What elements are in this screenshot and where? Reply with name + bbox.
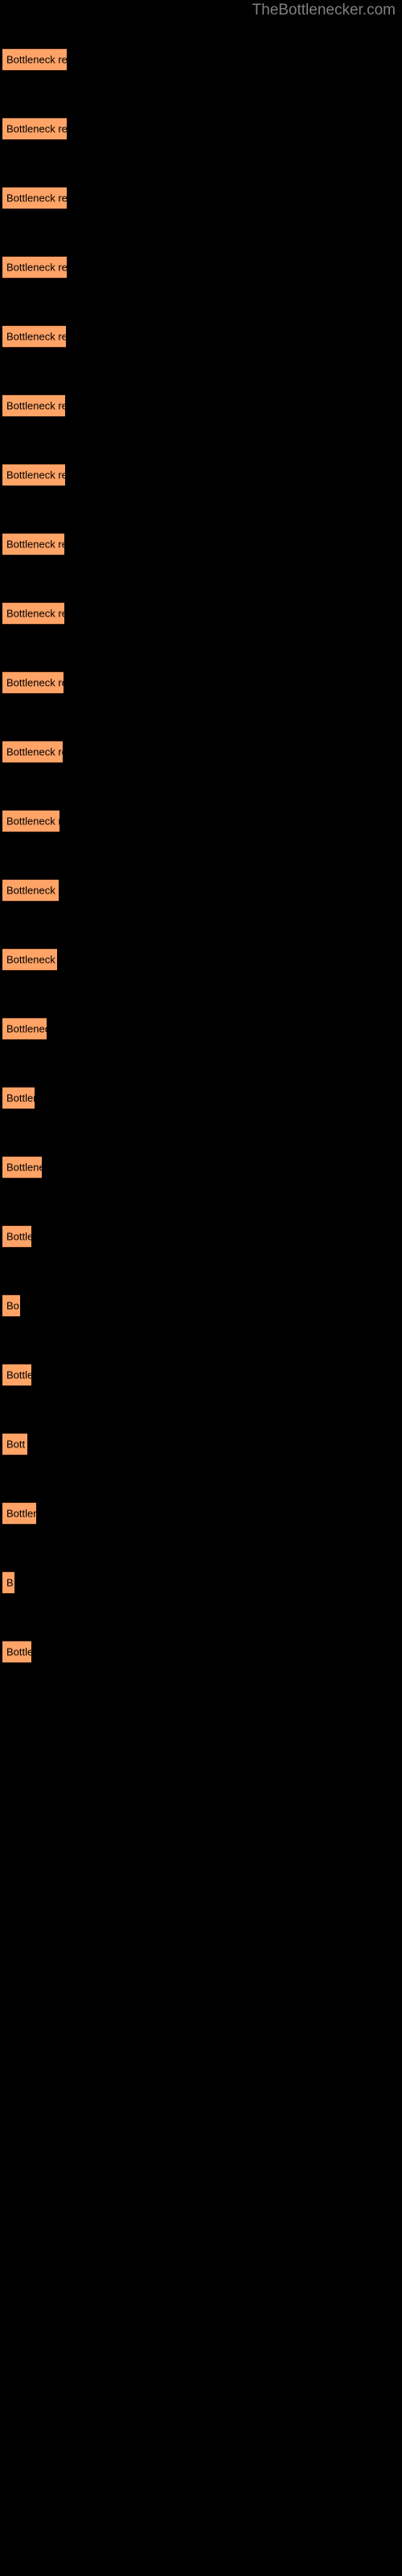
bar: Bottleneck result bbox=[2, 256, 67, 279]
bar-label: Bottleneck result bbox=[6, 122, 67, 135]
bar: Bo bbox=[2, 1294, 20, 1317]
bar: Bottleneck result bbox=[2, 325, 66, 348]
bar: Bottleneck resul bbox=[2, 948, 57, 971]
bar: Bottleneck result bbox=[2, 118, 67, 140]
bar: Bottle bbox=[2, 1364, 31, 1386]
bar-label: Bottleneck result bbox=[6, 261, 67, 274]
bar: Bottlene bbox=[2, 1087, 35, 1109]
bar-label: Bottleneck result bbox=[6, 607, 64, 620]
bar-label: Bottleneck result bbox=[6, 330, 66, 343]
bar-label: Bottleneck resul bbox=[6, 815, 59, 828]
bar-label: Bottle bbox=[6, 1645, 31, 1658]
bar-label: B bbox=[6, 1576, 14, 1589]
bar-label: Bottleneck result bbox=[6, 538, 64, 551]
bar-label: Bottleneck result bbox=[6, 884, 59, 897]
bar-label: Bottlene bbox=[6, 1507, 36, 1520]
bar-label: Bottleneck result bbox=[6, 192, 67, 204]
bar: Bottleneck resul bbox=[2, 810, 59, 832]
bar: Bottleneck result bbox=[2, 533, 64, 555]
bar: Bottle bbox=[2, 1641, 31, 1663]
bar: Bottleneck result bbox=[2, 464, 65, 486]
bar-label: Bottleneck result bbox=[6, 676, 64, 689]
bar-label: Bottlene bbox=[6, 1092, 35, 1104]
bar-label: Bottleneck result bbox=[6, 745, 63, 758]
bar: B bbox=[2, 1571, 14, 1594]
bar: Bottlene bbox=[2, 1502, 36, 1525]
bar: Bottleneck result bbox=[2, 602, 64, 625]
bar-label: Bottleneck result bbox=[6, 399, 65, 412]
bar: Bottleneck result bbox=[2, 671, 64, 694]
bar-label: Bottleneck resul bbox=[6, 953, 57, 966]
bottleneck-bar-chart: Bottleneck result Bottleneck result Bottle… bbox=[0, 0, 402, 2576]
bar: Bottleneck r bbox=[2, 1018, 47, 1040]
bar: Bott bbox=[2, 1433, 27, 1455]
bar-label: Bottleneck r bbox=[6, 1022, 47, 1035]
bar-label: Bott bbox=[6, 1438, 26, 1451]
bar-label: Bottleneck bbox=[6, 1161, 42, 1174]
bar: Bottleneck result bbox=[2, 741, 63, 763]
bar: Bottle bbox=[2, 1225, 31, 1248]
bar: Bottleneck result bbox=[2, 394, 65, 417]
bar: Bottleneck result bbox=[2, 879, 59, 902]
bar-label: Bottle bbox=[6, 1230, 31, 1243]
bar-label: Bottleneck result bbox=[6, 469, 65, 481]
bar: Bottleneck bbox=[2, 1156, 42, 1179]
bar-label: Bottleneck result bbox=[6, 53, 67, 66]
bar: Bottleneck result bbox=[2, 48, 67, 71]
bar-label: Bottle bbox=[6, 1368, 31, 1381]
bar: Bottleneck result bbox=[2, 187, 67, 209]
bar-label: Bo bbox=[6, 1299, 19, 1312]
